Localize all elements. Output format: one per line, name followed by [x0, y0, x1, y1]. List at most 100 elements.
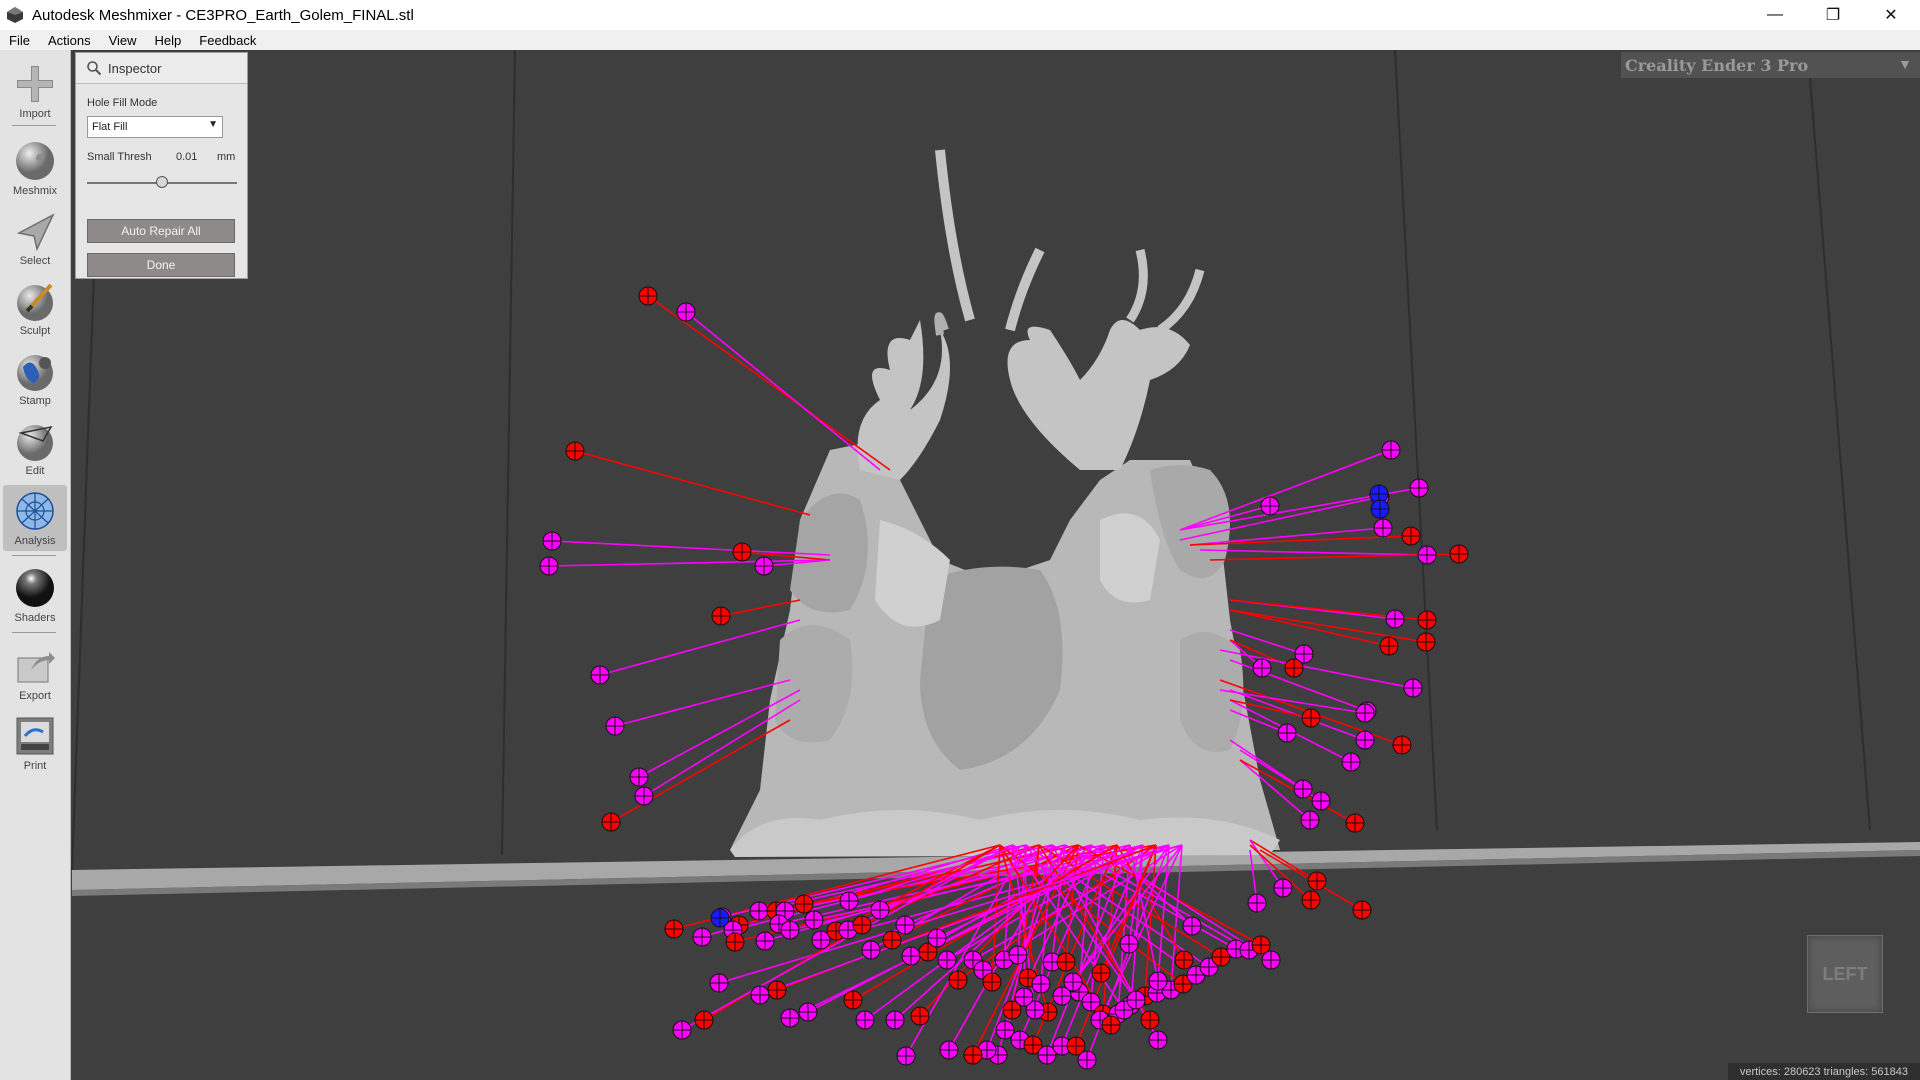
- issue-marker[interactable]: [852, 915, 872, 935]
- issue-marker[interactable]: [1148, 971, 1168, 991]
- small-thresh-slider-handle[interactable]: [156, 176, 168, 188]
- issue-marker[interactable]: [1345, 813, 1365, 833]
- issue-marker[interactable]: [895, 915, 915, 935]
- issue-marker[interactable]: [963, 1045, 983, 1065]
- issue-marker[interactable]: [634, 786, 654, 806]
- 3d-viewport[interactable]: [71, 50, 1920, 1080]
- issue-marker[interactable]: [755, 931, 775, 951]
- issue-marker[interactable]: [1307, 871, 1327, 891]
- issue-marker[interactable]: [1449, 544, 1469, 564]
- issue-marker[interactable]: [725, 932, 745, 952]
- issue-marker[interactable]: [855, 1010, 875, 1030]
- issue-marker[interactable]: [692, 927, 712, 947]
- issue-marker[interactable]: [861, 940, 881, 960]
- tool-meshmix[interactable]: Meshmix: [3, 135, 67, 201]
- close-button[interactable]: ✕: [1862, 0, 1920, 30]
- issue-marker[interactable]: [1385, 609, 1405, 629]
- issue-marker[interactable]: [1293, 779, 1313, 799]
- issue-marker[interactable]: [1341, 752, 1361, 772]
- issue-marker[interactable]: [882, 930, 902, 950]
- tool-edit[interactable]: Edit: [3, 415, 67, 481]
- issue-marker[interactable]: [780, 920, 800, 940]
- issue-marker[interactable]: [885, 1010, 905, 1030]
- issue-marker[interactable]: [780, 1008, 800, 1028]
- restore-button[interactable]: ❐: [1804, 0, 1862, 30]
- issue-marker[interactable]: [1182, 916, 1202, 936]
- issue-marker[interactable]: [839, 891, 859, 911]
- issue-marker[interactable]: [565, 441, 585, 461]
- issue-marker[interactable]: [1008, 945, 1028, 965]
- issue-marker[interactable]: [1409, 478, 1429, 498]
- issue-marker[interactable]: [1056, 952, 1076, 972]
- issue-marker[interactable]: [1140, 1010, 1160, 1030]
- issue-marker[interactable]: [939, 1040, 959, 1060]
- issue-marker[interactable]: [910, 1006, 930, 1026]
- issue-marker[interactable]: [870, 900, 890, 920]
- issue-marker[interactable]: [896, 1046, 916, 1066]
- issue-marker[interactable]: [1379, 636, 1399, 656]
- issue-marker[interactable]: [927, 928, 947, 948]
- issue-marker[interactable]: [1381, 440, 1401, 460]
- issue-marker[interactable]: [901, 946, 921, 966]
- tool-select[interactable]: Select: [3, 205, 67, 271]
- issue-marker[interactable]: [1260, 496, 1280, 516]
- issue-marker[interactable]: [798, 1002, 818, 1022]
- issue-marker[interactable]: [1052, 986, 1072, 1006]
- issue-marker[interactable]: [1355, 730, 1375, 750]
- issue-marker[interactable]: [1373, 518, 1393, 538]
- issue-marker[interactable]: [1148, 1030, 1168, 1050]
- issue-marker[interactable]: [1261, 950, 1281, 970]
- issue-marker[interactable]: [601, 812, 621, 832]
- issue-marker[interactable]: [709, 973, 729, 993]
- issue-marker[interactable]: [1416, 632, 1436, 652]
- auto-repair-all-button[interactable]: Auto Repair All: [87, 219, 235, 243]
- issue-marker[interactable]: [1277, 723, 1297, 743]
- issue-marker[interactable]: [767, 980, 787, 1000]
- printer-select[interactable]: Creality Ender 3 Pro ▼: [1621, 52, 1920, 78]
- issue-marker[interactable]: [539, 556, 559, 576]
- issue-marker[interactable]: [1252, 658, 1272, 678]
- issue-marker[interactable]: [1301, 708, 1321, 728]
- issue-marker[interactable]: [732, 542, 752, 562]
- issue-marker[interactable]: [711, 606, 731, 626]
- issue-marker[interactable]: [694, 1010, 714, 1030]
- tool-stamp[interactable]: Stamp: [3, 345, 67, 411]
- issue-marker[interactable]: [1403, 678, 1423, 698]
- issue-marker[interactable]: [1417, 545, 1437, 565]
- minimize-button[interactable]: —: [1746, 0, 1804, 30]
- issue-marker[interactable]: [1077, 1050, 1097, 1070]
- issue-marker[interactable]: [1311, 791, 1331, 811]
- view-cube[interactable]: LEFT: [1807, 935, 1883, 1013]
- issue-marker[interactable]: [1174, 950, 1194, 970]
- issue-marker[interactable]: [676, 302, 696, 322]
- tool-analysis[interactable]: Analysis: [3, 485, 67, 551]
- issue-marker[interactable]: [804, 910, 824, 930]
- issue-marker[interactable]: [1126, 990, 1146, 1010]
- issue-marker[interactable]: [1273, 878, 1293, 898]
- tool-export[interactable]: Export: [3, 640, 67, 706]
- tool-import[interactable]: Import: [3, 58, 67, 124]
- issue-marker[interactable]: [638, 286, 658, 306]
- issue-marker[interactable]: [754, 556, 774, 576]
- issue-marker[interactable]: [590, 665, 610, 685]
- issue-marker[interactable]: [710, 908, 730, 928]
- issue-marker[interactable]: [982, 972, 1002, 992]
- issue-marker[interactable]: [948, 970, 968, 990]
- hole-fill-mode-select[interactable]: Flat Fill ▼: [87, 116, 223, 138]
- issue-marker[interactable]: [749, 901, 769, 921]
- issue-marker[interactable]: [1355, 703, 1375, 723]
- issue-marker[interactable]: [937, 950, 957, 970]
- tool-sculpt[interactable]: Sculpt: [3, 275, 67, 341]
- menu-file[interactable]: File: [0, 33, 39, 48]
- menu-view[interactable]: View: [100, 33, 146, 48]
- issue-marker[interactable]: [794, 894, 814, 914]
- issue-marker[interactable]: [542, 531, 562, 551]
- issue-marker[interactable]: [1352, 900, 1372, 920]
- issue-marker[interactable]: [1031, 974, 1051, 994]
- issue-marker[interactable]: [1370, 499, 1390, 519]
- issue-marker[interactable]: [1300, 810, 1320, 830]
- menu-help[interactable]: Help: [146, 33, 191, 48]
- issue-marker[interactable]: [1247, 893, 1267, 913]
- tool-shaders[interactable]: Shaders: [3, 562, 67, 628]
- issue-marker[interactable]: [1301, 890, 1321, 910]
